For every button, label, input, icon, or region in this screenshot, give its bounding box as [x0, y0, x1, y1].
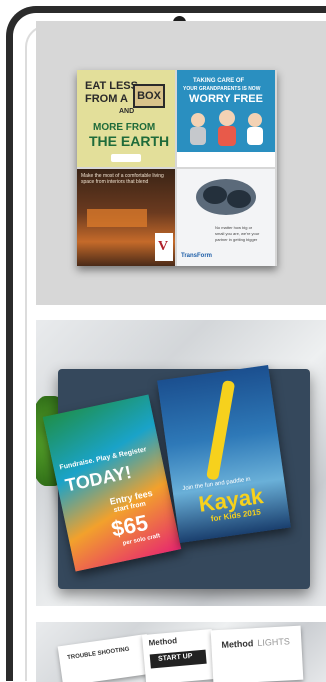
ad-caption: partner in getting bigger: [215, 237, 258, 242]
ad-text: TAKING CARE OF: [193, 78, 245, 84]
ad-caption: small you are, we're your: [215, 231, 260, 236]
brand-mark: TransForm: [181, 253, 213, 259]
ad-text: AND: [119, 108, 135, 115]
brochure-3: Method LIGHTS: [210, 625, 304, 682]
ad-text: YOUR GRANDPARENTS IS NOW: [183, 86, 261, 92]
portfolio-tile-brochures[interactable]: TROUBLE SHOOTING Method START UP Method …: [36, 622, 326, 682]
ads-collage: EAT LESS FROM A BOX AND MORE FROM THE EA…: [77, 70, 277, 266]
brochure-brand: Method: [221, 638, 254, 650]
brochure-text: TROUBLE SHOOTING: [66, 646, 130, 662]
ad-text: FROM A: [85, 93, 128, 105]
ad-text: MORE FROM: [93, 122, 156, 133]
ad-text: WORRY FREE: [189, 93, 263, 105]
brochure-brand2: LIGHTS: [257, 636, 291, 648]
grandparents-illustration: [190, 110, 263, 146]
business-ad: No matter how big or small you are, we'r…: [177, 169, 275, 266]
kayak-flyer: Join the fun and paddle in Kayak for Kid…: [157, 365, 291, 543]
ad-text: EAT LESS: [85, 80, 138, 92]
portfolio-tile-ads-collage[interactable]: EAT LESS FROM A BOX AND MORE FROM THE EA…: [36, 21, 326, 305]
grandparents-ad: TAKING CARE OF YOUR GRANDPARENTS IS NOW …: [177, 70, 275, 167]
sofa-shape: [87, 209, 147, 227]
eco-box-ad: EAT LESS FROM A BOX AND MORE FROM THE EA…: [77, 70, 175, 167]
brand-mark: V: [158, 239, 169, 254]
ad-caption: No matter how big or: [215, 225, 253, 230]
ad-text: THE EARTH: [89, 133, 170, 149]
brochure-brand: Method: [148, 636, 178, 648]
ad-caption: Make the most of a comfortable living sp…: [81, 173, 164, 185]
brochure-2: Method START UP: [141, 629, 217, 682]
box-word: BOX: [133, 84, 165, 108]
logo-badge: [111, 154, 141, 162]
volume-button: [8, 84, 13, 110]
paddle-shape: [206, 379, 236, 481]
portfolio-tile-flyers[interactable]: Fundraise. Play & Register TODAY! Entry …: [36, 320, 326, 606]
volume-button-2: [8, 118, 13, 168]
footer-strip: [177, 152, 275, 167]
hands-illustration: [196, 179, 256, 215]
interior-ad: Make the most of a comfortable living sp…: [77, 169, 175, 266]
